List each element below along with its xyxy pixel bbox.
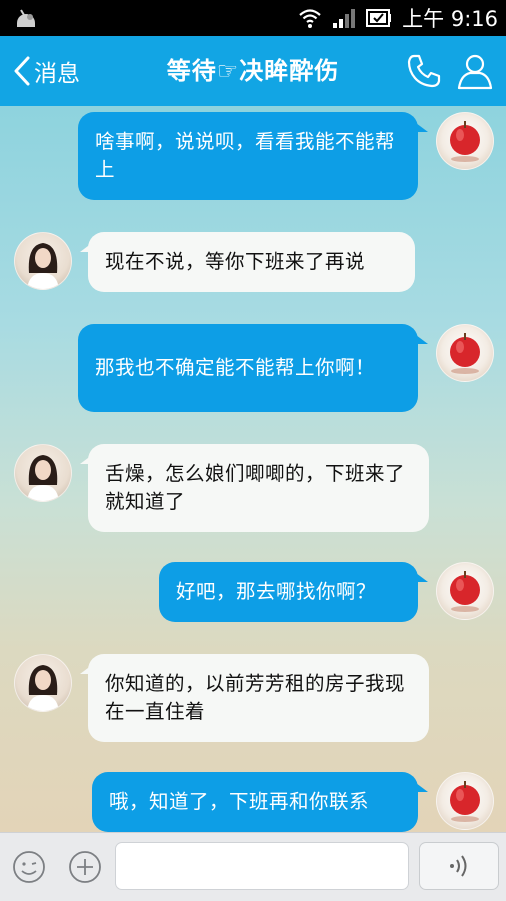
profile-icon[interactable] bbox=[455, 51, 495, 91]
voice-icon bbox=[450, 855, 467, 877]
message-bubble-incoming[interactable]: 现在不说，等你下班来了再说 bbox=[88, 232, 415, 292]
input-bar bbox=[0, 832, 506, 901]
signal-icon bbox=[333, 9, 356, 28]
message-bubble-incoming[interactable]: 舌燥，怎么娘们唧唧的，下班来了就知道了 bbox=[88, 444, 429, 532]
plus-icon[interactable] bbox=[68, 850, 102, 884]
phone-icon[interactable] bbox=[405, 52, 443, 90]
message-text: 啥事啊，说说呗，看看我能不能帮上 bbox=[95, 130, 396, 181]
portrait-avatar-icon bbox=[27, 243, 59, 289]
portrait-avatar-icon bbox=[27, 455, 59, 501]
contact-avatar[interactable] bbox=[14, 232, 72, 290]
status-bar: 上午 9:16 bbox=[0, 0, 506, 36]
bubble-tail bbox=[412, 120, 428, 132]
message-text: 哦，知道了，下班再和你联系 bbox=[109, 790, 370, 813]
portrait-avatar-icon bbox=[27, 665, 59, 711]
message-text: 那我也不确定能不能帮上你啊！ bbox=[95, 356, 376, 379]
contact-avatar[interactable] bbox=[14, 654, 72, 712]
apple-avatar-icon bbox=[450, 121, 480, 162]
status-time: 上午 9:16 bbox=[402, 7, 498, 31]
my-avatar[interactable] bbox=[436, 324, 494, 382]
message-input[interactable] bbox=[115, 842, 409, 890]
apple-avatar-icon bbox=[450, 571, 480, 612]
message-text: 现在不说，等你下班来了再说 bbox=[105, 250, 366, 273]
android-debug-icon bbox=[17, 9, 35, 27]
apple-avatar-icon bbox=[450, 781, 480, 822]
message-list[interactable]: 啥事啊，说说呗，看看我能不能帮上 现在不说，等你下班来了再说 那我也不确定能不能… bbox=[0, 106, 506, 832]
message-bubble-outgoing[interactable]: 啥事啊，说说呗，看看我能不能帮上 bbox=[78, 112, 418, 200]
message-text: 好吧，那去哪找你啊？ bbox=[176, 580, 377, 603]
bubble-tail bbox=[412, 332, 428, 344]
my-avatar[interactable] bbox=[436, 562, 494, 620]
battery-icon bbox=[366, 9, 392, 27]
message-text: 你知道的，以前芳芳租的房子我现在一直住着 bbox=[105, 672, 406, 723]
contact-avatar[interactable] bbox=[14, 444, 72, 502]
message-bubble-incoming[interactable]: 你知道的，以前芳芳租的房子我现在一直住着 bbox=[88, 654, 429, 742]
message-bubble-outgoing[interactable]: 哦，知道了，下班再和你联系 bbox=[92, 772, 418, 832]
my-avatar[interactable] bbox=[436, 772, 494, 830]
emoji-icon[interactable] bbox=[12, 850, 46, 884]
message-bubble-outgoing[interactable]: 好吧，那去哪找你啊？ bbox=[159, 562, 418, 622]
voice-button[interactable] bbox=[419, 842, 499, 890]
chat-header: 消息 等待☞决眸酔伤 bbox=[0, 36, 506, 106]
my-avatar[interactable] bbox=[436, 112, 494, 170]
wifi-icon bbox=[299, 9, 321, 28]
message-text: 舌燥，怎么娘们唧唧的，下班来了就知道了 bbox=[105, 462, 406, 513]
bubble-tail bbox=[412, 570, 428, 582]
message-bubble-outgoing[interactable]: 那我也不确定能不能帮上你啊！ bbox=[78, 324, 418, 412]
bubble-tail bbox=[412, 780, 428, 792]
apple-avatar-icon bbox=[450, 333, 480, 374]
